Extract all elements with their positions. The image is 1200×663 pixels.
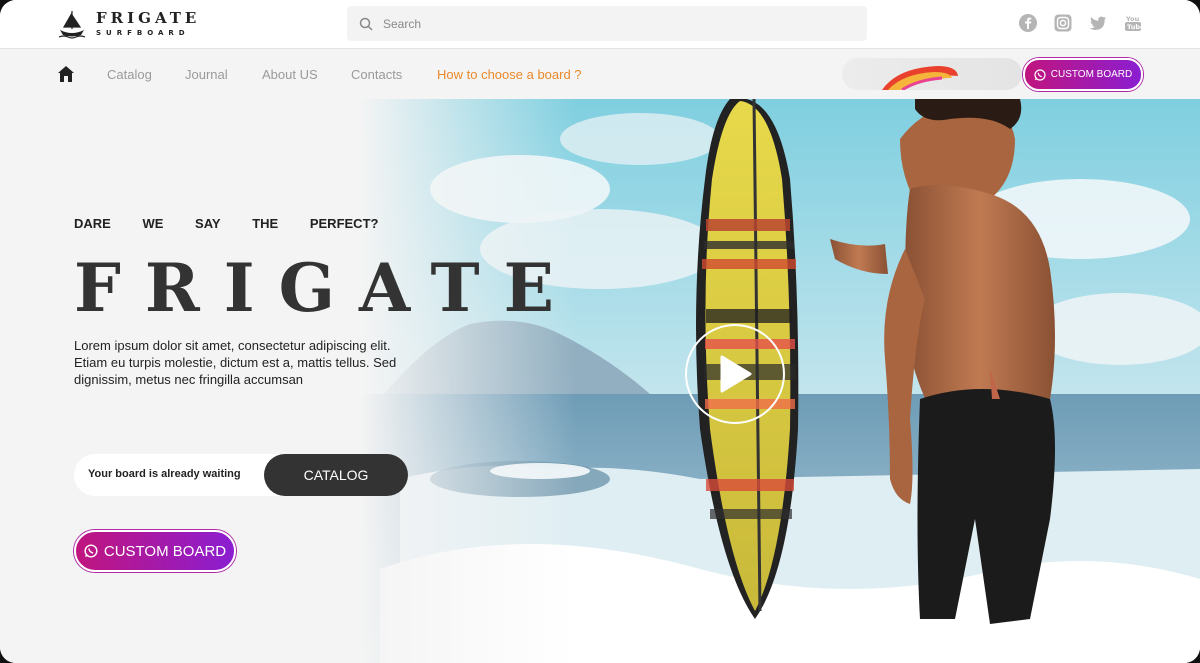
tagline-word: SAY bbox=[195, 216, 221, 231]
whatsapp-icon bbox=[1034, 68, 1046, 81]
search-input[interactable] bbox=[381, 15, 825, 32]
social-links: YouTube bbox=[1019, 14, 1142, 32]
ship-logo-icon bbox=[58, 10, 86, 39]
tagline-word: PERFECT? bbox=[309, 216, 379, 231]
logo[interactable]: FRIGATE SURFBOARD bbox=[58, 8, 200, 40]
svg-text:Tube: Tube bbox=[1127, 23, 1141, 31]
custom-board-label: CUSTOM BOARD bbox=[1050, 69, 1133, 80]
nav-item-catalog[interactable]: Catalog bbox=[107, 67, 152, 82]
twitter-icon[interactable] bbox=[1089, 14, 1107, 32]
whatsapp-icon bbox=[84, 544, 98, 558]
brand-title: FRIGATE bbox=[96, 9, 201, 27]
nav-item-about-us[interactable]: About US bbox=[262, 67, 318, 82]
tagline-word: DARE bbox=[74, 216, 111, 231]
hero-section: DARE WE SAY THE PERFECT? FRIGATE Lorem i… bbox=[0, 99, 1200, 663]
tagline-word: WE bbox=[142, 216, 164, 231]
surfboard-graphic bbox=[842, 58, 1022, 90]
nav-item-journal[interactable]: Journal bbox=[185, 67, 228, 82]
catalog-button[interactable]: CATALOG bbox=[264, 454, 408, 496]
custom-board-button-nav[interactable]: CUSTOM BOARD bbox=[1023, 58, 1143, 91]
youtube-icon[interactable]: YouTube bbox=[1124, 14, 1142, 32]
catalog-cta: Your board is already waiting CATALOG bbox=[74, 454, 408, 496]
nav-item-contacts[interactable]: Contacts bbox=[351, 67, 402, 82]
home-icon[interactable] bbox=[57, 65, 75, 83]
play-icon bbox=[720, 355, 752, 393]
brand-subtitle: SURFBOARD bbox=[96, 29, 190, 37]
search-bar[interactable] bbox=[347, 6, 867, 41]
custom-board-button[interactable]: CUSTOM BOARD bbox=[74, 530, 236, 572]
top-bar: FRIGATE SURFBOARD YouTube bbox=[0, 0, 1200, 49]
play-video-button[interactable] bbox=[685, 324, 785, 424]
instagram-icon[interactable] bbox=[1054, 14, 1072, 32]
search-icon bbox=[359, 17, 373, 31]
hero-description: Lorem ipsum dolor sit amet, consectetur … bbox=[74, 338, 397, 387]
custom-board-label: CUSTOM BOARD bbox=[103, 542, 227, 560]
facebook-icon[interactable] bbox=[1019, 14, 1037, 32]
tagline-word: THE bbox=[252, 216, 279, 231]
svg-text:You: You bbox=[1125, 15, 1140, 23]
nav-item-how-to-choose[interactable]: How to choose a board ? bbox=[437, 67, 582, 82]
hero-tagline: DARE WE SAY THE PERFECT? bbox=[74, 216, 406, 231]
catalog-prompt: Your board is already waiting bbox=[88, 468, 241, 480]
nav-bar: Catalog Journal About US Contacts How to… bbox=[0, 49, 1200, 99]
app-frame: FRIGATE SURFBOARD YouTube bbox=[0, 0, 1200, 663]
hero-title: FRIGATE bbox=[74, 249, 578, 327]
